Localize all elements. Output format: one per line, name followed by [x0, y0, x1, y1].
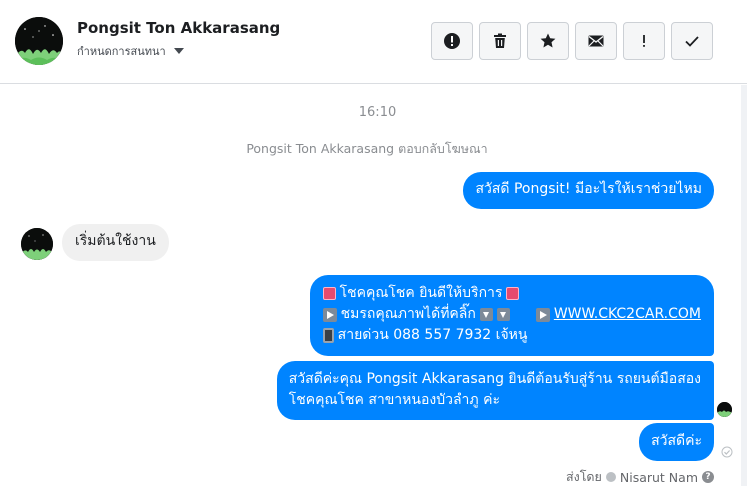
promo-line-2: ชมรถคุณภาพได้ที่คลิ๊ก WWW.CKC2CAR.COM — [322, 304, 701, 325]
system-message: Pongsit Ton Akkarasang ตอบกลับโฆษณา — [246, 141, 488, 156]
promo-link[interactable]: WWW.CKC2CAR.COM — [554, 304, 701, 325]
seen-indicator-avatar — [717, 402, 732, 417]
play-icon — [535, 307, 550, 322]
sent-by-name: Nisarut Nam — [619, 469, 698, 485]
phone-icon — [322, 328, 334, 343]
arrow-down-icon — [496, 308, 510, 321]
promo-line-3: สายด่วน 088 557 7932 เจ้หนู — [322, 325, 701, 346]
sparkle-box-icon — [322, 287, 336, 300]
exclamation-icon — [643, 35, 645, 47]
scrollbar[interactable] — [741, 85, 747, 486]
contact-avatar-small[interactable] — [21, 228, 53, 260]
mark-unread-button[interactable] — [575, 22, 617, 60]
conversation-status-label: กำหนดการสนทนา — [77, 45, 166, 58]
outgoing-message-promo[interactable]: โชคคุณโชค ยินดีให้บริการ ชมรถคุณภาพได้ที… — [309, 275, 714, 356]
message-text: สวัสดีค่ะ — [651, 433, 702, 449]
message-text-line-1: สวัสดีค่ะคุณ Pongsit Akkarasang ยินดีต้อ… — [288, 371, 701, 387]
done-button[interactable] — [671, 22, 713, 60]
play-icon — [322, 307, 337, 322]
promo-line-1: โชคคุณโชค ยินดีให้บริการ — [322, 283, 701, 304]
message-text: เริ่มต้นใช้งาน — [75, 233, 156, 249]
sent-check-icon — [721, 446, 733, 458]
sparkle-box-icon — [506, 287, 520, 300]
message-text: สวัสดี Pongsit! มีอะไรให้เราช่วยไหม — [475, 181, 702, 197]
star-button[interactable] — [527, 22, 569, 60]
exclamation-circle-icon — [444, 33, 460, 49]
envelope-icon — [588, 35, 604, 47]
contact-avatar[interactable] — [15, 17, 63, 65]
incoming-message[interactable]: เริ่มต้นใช้งาน — [62, 224, 169, 261]
sent-by-info: ส่งโดย Nisarut Nam ? — [566, 467, 714, 486]
outgoing-message-welcome[interactable]: สวัสดีค่ะคุณ Pongsit Akkarasang ยินดีต้อ… — [276, 361, 714, 420]
outgoing-message-greeting[interactable]: สวัสดี Pongsit! มีอะไรให้เราช่วยไหม — [463, 172, 714, 209]
conversation-header: Pongsit Ton Akkarasang กำหนดการสนทนา — [0, 0, 747, 84]
conversation-status-dropdown[interactable]: กำหนดการสนทนา — [77, 42, 184, 60]
message-timestamp: 16:10 — [358, 105, 397, 120]
contact-name[interactable]: Pongsit Ton Akkarasang — [77, 19, 280, 37]
message-text-line-2: โชคคุณโชค สาขาหนองบัวลำภู ค่ะ — [288, 392, 500, 408]
conversation-actions — [431, 22, 713, 60]
star-icon — [540, 33, 556, 48]
user-icon — [605, 472, 616, 482]
arrow-down-icon — [479, 308, 493, 321]
message-thread[interactable]: 16:10 Pongsit Ton Akkarasang ตอบกลับโฆษณ… — [0, 85, 747, 486]
delete-button[interactable] — [479, 22, 521, 60]
outgoing-message-closing[interactable]: สวัสดีค่ะ — [639, 423, 714, 461]
check-icon — [685, 36, 699, 47]
caret-down-icon — [173, 48, 184, 54]
priority-button[interactable] — [623, 22, 665, 60]
report-button[interactable] — [431, 22, 473, 60]
trash-icon — [494, 33, 506, 48]
sent-by-label: ส่งโดย — [565, 469, 602, 484]
help-icon[interactable]: ? — [702, 471, 714, 483]
